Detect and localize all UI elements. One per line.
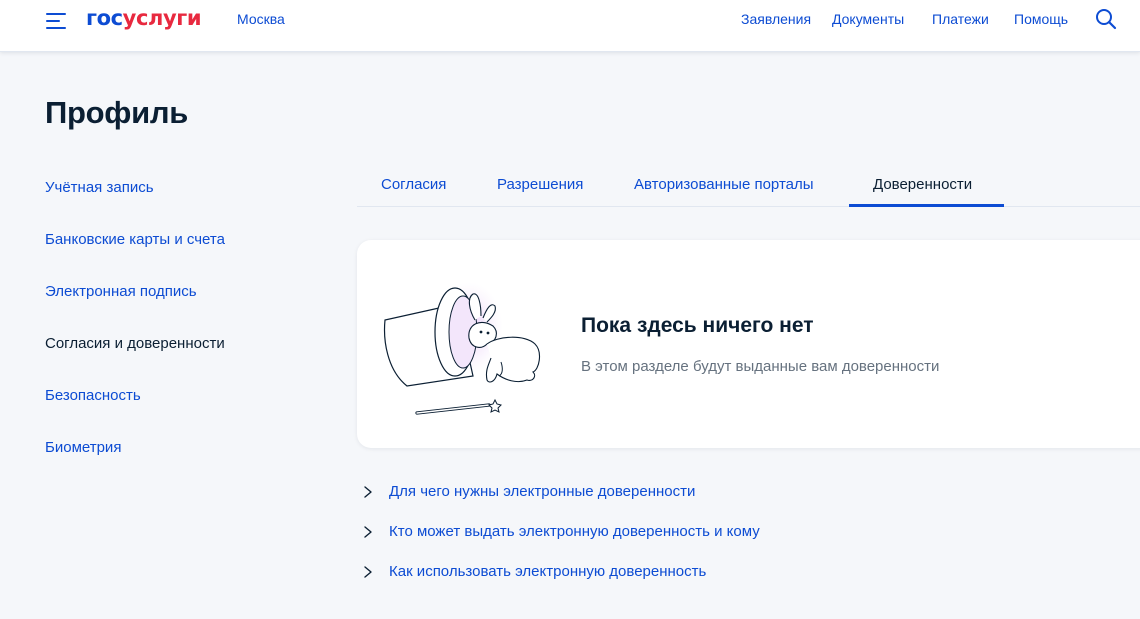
empty-state-card: Пока здесь ничего нет В этом разделе буд… — [357, 240, 1140, 448]
sidebar-item-bank-cards[interactable]: Банковские карты и счета — [45, 231, 225, 248]
sidebar-item-e-signature[interactable]: Электронная подпись — [45, 283, 197, 300]
chevron-right-icon — [364, 566, 372, 578]
tab-authorized-portals[interactable]: Авторизованные порталы — [634, 176, 814, 193]
tabs-divider — [357, 206, 1140, 207]
faq-label: Кто может выдать электронную доверенност… — [389, 523, 760, 540]
empty-state-title: Пока здесь ничего нет — [581, 314, 814, 337]
logo[interactable]: госуслуги — [86, 4, 202, 32]
empty-state-text: В этом разделе будут выданные вам довере… — [581, 358, 940, 375]
magic-hat-rabbit-illustration — [377, 280, 557, 425]
nav-help[interactable]: Помощь — [1014, 11, 1068, 27]
nav-applications[interactable]: Заявления — [741, 11, 811, 27]
sidebar-item-account[interactable]: Учётная запись — [45, 179, 154, 196]
page-title: Профиль — [45, 95, 188, 130]
sidebar-item-consents[interactable]: Согласия и доверенности — [45, 335, 225, 352]
tab-powers-of-attorney[interactable]: Доверенности — [873, 176, 972, 193]
sidebar-item-biometrics[interactable]: Биометрия — [45, 439, 121, 456]
faq-label: Для чего нужны электронные доверенности — [389, 483, 696, 500]
search-icon[interactable] — [1095, 8, 1117, 30]
tab-consents[interactable]: Согласия — [381, 176, 446, 193]
site-header: госуслуги Москва Заявления Документы Пла… — [0, 0, 1140, 52]
chevron-right-icon — [364, 526, 372, 538]
nav-payments[interactable]: Платежи — [932, 11, 989, 27]
city-selector[interactable]: Москва — [237, 11, 285, 27]
active-tab-indicator — [849, 204, 1004, 207]
faq-label: Как использовать электронную доверенност… — [389, 563, 707, 580]
burger-menu-icon[interactable] — [46, 12, 68, 30]
nav-documents[interactable]: Документы — [832, 11, 904, 27]
chevron-right-icon — [364, 486, 372, 498]
sidebar-item-security[interactable]: Безопасность — [45, 387, 141, 404]
tab-permissions[interactable]: Разрешения — [497, 176, 583, 193]
